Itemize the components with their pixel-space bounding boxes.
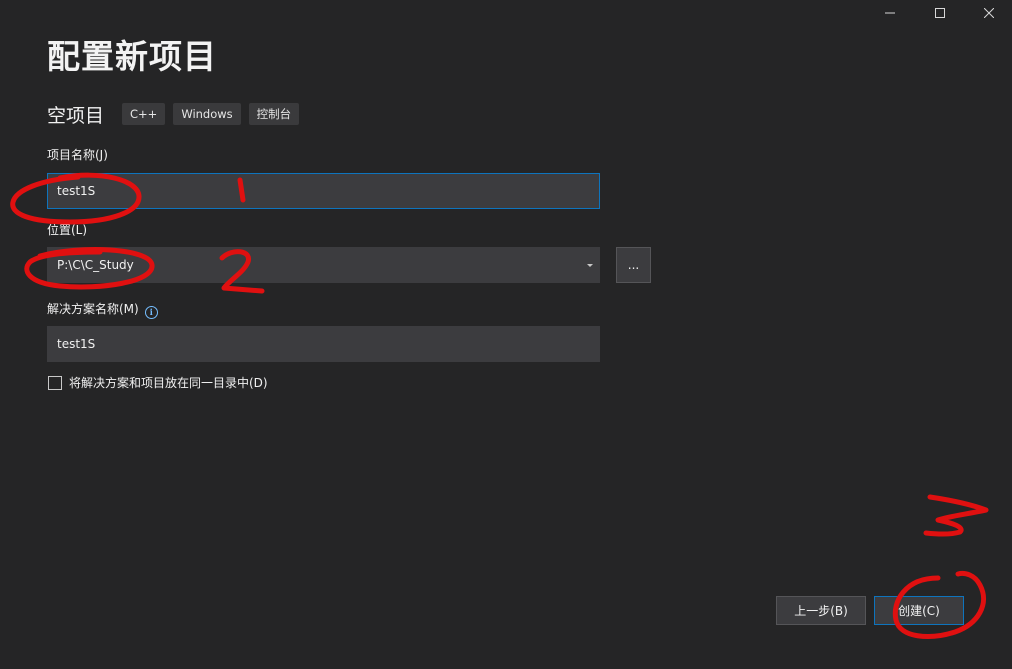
project-name-value: test1S: [57, 184, 96, 198]
browse-button[interactable]: ...: [616, 247, 651, 283]
solution-name-input[interactable]: test1S: [47, 326, 600, 362]
page-title: 配置新项目: [47, 37, 217, 76]
annotation-mark-3: [923, 494, 989, 537]
same-directory-option[interactable]: 将解决方案和项目放在同一目录中(D): [48, 374, 268, 391]
info-icon[interactable]: i: [144, 305, 158, 319]
tag-cpp: C++: [122, 103, 166, 125]
tag-console: 控制台: [248, 103, 300, 125]
solution-name-label-row: 解决方案名称(M) i: [47, 301, 158, 319]
project-name-input[interactable]: test1S: [47, 173, 600, 209]
location-label: 位置(L): [47, 223, 88, 237]
location-value: P:\C\C_Study: [57, 258, 134, 272]
configure-project-dialog: 配置新项目 空项目 C++ Windows 控制台 项目名称(J) test1S…: [0, 0, 1012, 669]
template-summary: 空项目 C++ Windows 控制台: [47, 100, 307, 128]
template-name: 空项目: [47, 104, 105, 127]
minimize-icon[interactable]: [867, 0, 913, 26]
project-name-label: 项目名称(J): [47, 148, 108, 162]
maximize-icon[interactable]: [917, 0, 963, 26]
solution-name-label: 解决方案名称(M): [47, 302, 139, 316]
same-directory-checkbox[interactable]: [48, 375, 62, 390]
location-combobox[interactable]: P:\C\C_Study: [47, 247, 600, 283]
back-button[interactable]: 上一步(B): [776, 596, 866, 625]
tag-windows: Windows: [173, 103, 241, 125]
close-icon[interactable]: [966, 0, 1012, 26]
chevron-down-icon[interactable]: [587, 264, 593, 267]
create-button[interactable]: 创建(C): [874, 596, 964, 625]
same-directory-label: 将解决方案和项目放在同一目录中(D): [69, 376, 268, 390]
solution-name-value: test1S: [57, 337, 96, 351]
